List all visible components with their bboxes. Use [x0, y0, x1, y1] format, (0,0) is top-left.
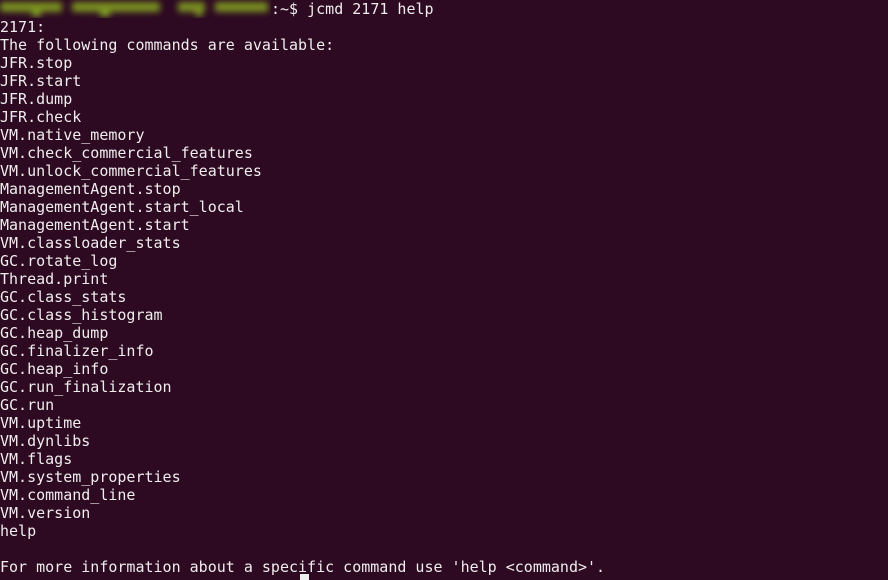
- text-cursor: [300, 574, 309, 580]
- command-list-item: VM.check_commercial_features: [0, 144, 253, 162]
- command-list-item: VM.native_memory: [0, 126, 145, 144]
- redacted-prompt-user-host: [0, 0, 271, 18]
- command-list-item: VM.version: [0, 504, 91, 522]
- command-list-item: GC.heap_info: [0, 360, 109, 378]
- command-list-item: VM.classloader_stats: [0, 234, 181, 252]
- command-list-item: GC.rotate_log: [0, 252, 118, 270]
- command-list-item: ManagementAgent.stop: [0, 180, 181, 198]
- output-header-line: The following commands are available:: [0, 36, 335, 54]
- command-list-item: GC.run: [0, 396, 55, 414]
- command-list-item: help: [0, 522, 37, 540]
- command-list-item: GC.run_finalization: [0, 378, 172, 396]
- command-list-item: GC.class_stats: [0, 288, 127, 306]
- command-list-item: GC.heap_dump: [0, 324, 109, 342]
- command-list-item: VM.flags: [0, 450, 73, 468]
- terminal-screen: :~$ jcmd 2171 help 2171: The following c…: [0, 0, 888, 576]
- command-list-item: VM.command_line: [0, 486, 136, 504]
- command-list-item: GC.class_histogram: [0, 306, 163, 324]
- command-list-item: ManagementAgent.start_local: [0, 198, 244, 216]
- blur-overlay: [0, 0, 271, 18]
- command-list-item: VM.system_properties: [0, 468, 181, 486]
- command-list-item: JFR.check: [0, 108, 82, 126]
- command-list-item: VM.uptime: [0, 414, 82, 432]
- command-list-item: Thread.print: [0, 270, 109, 288]
- terminal-window[interactable]: :~$ jcmd 2171 help 2171: The following c…: [0, 0, 888, 580]
- prompt-command-text: :~$ jcmd 2171 help: [271, 0, 434, 18]
- command-list-item: VM.dynlibs: [0, 432, 91, 450]
- shell-prompt-line: :~$ jcmd 2171 help: [0, 0, 888, 18]
- command-list-item: GC.finalizer_info: [0, 342, 154, 360]
- command-list-item: JFR.start: [0, 72, 82, 90]
- command-list-item: JFR.stop: [0, 54, 73, 72]
- command-list-item: VM.unlock_commercial_features: [0, 162, 262, 180]
- output-footer-line: For more information about a specific co…: [0, 558, 606, 576]
- output-pid-line: 2171:: [0, 18, 46, 36]
- command-list-item: JFR.dump: [0, 90, 73, 108]
- command-list-item: ManagementAgent.start: [0, 216, 190, 234]
